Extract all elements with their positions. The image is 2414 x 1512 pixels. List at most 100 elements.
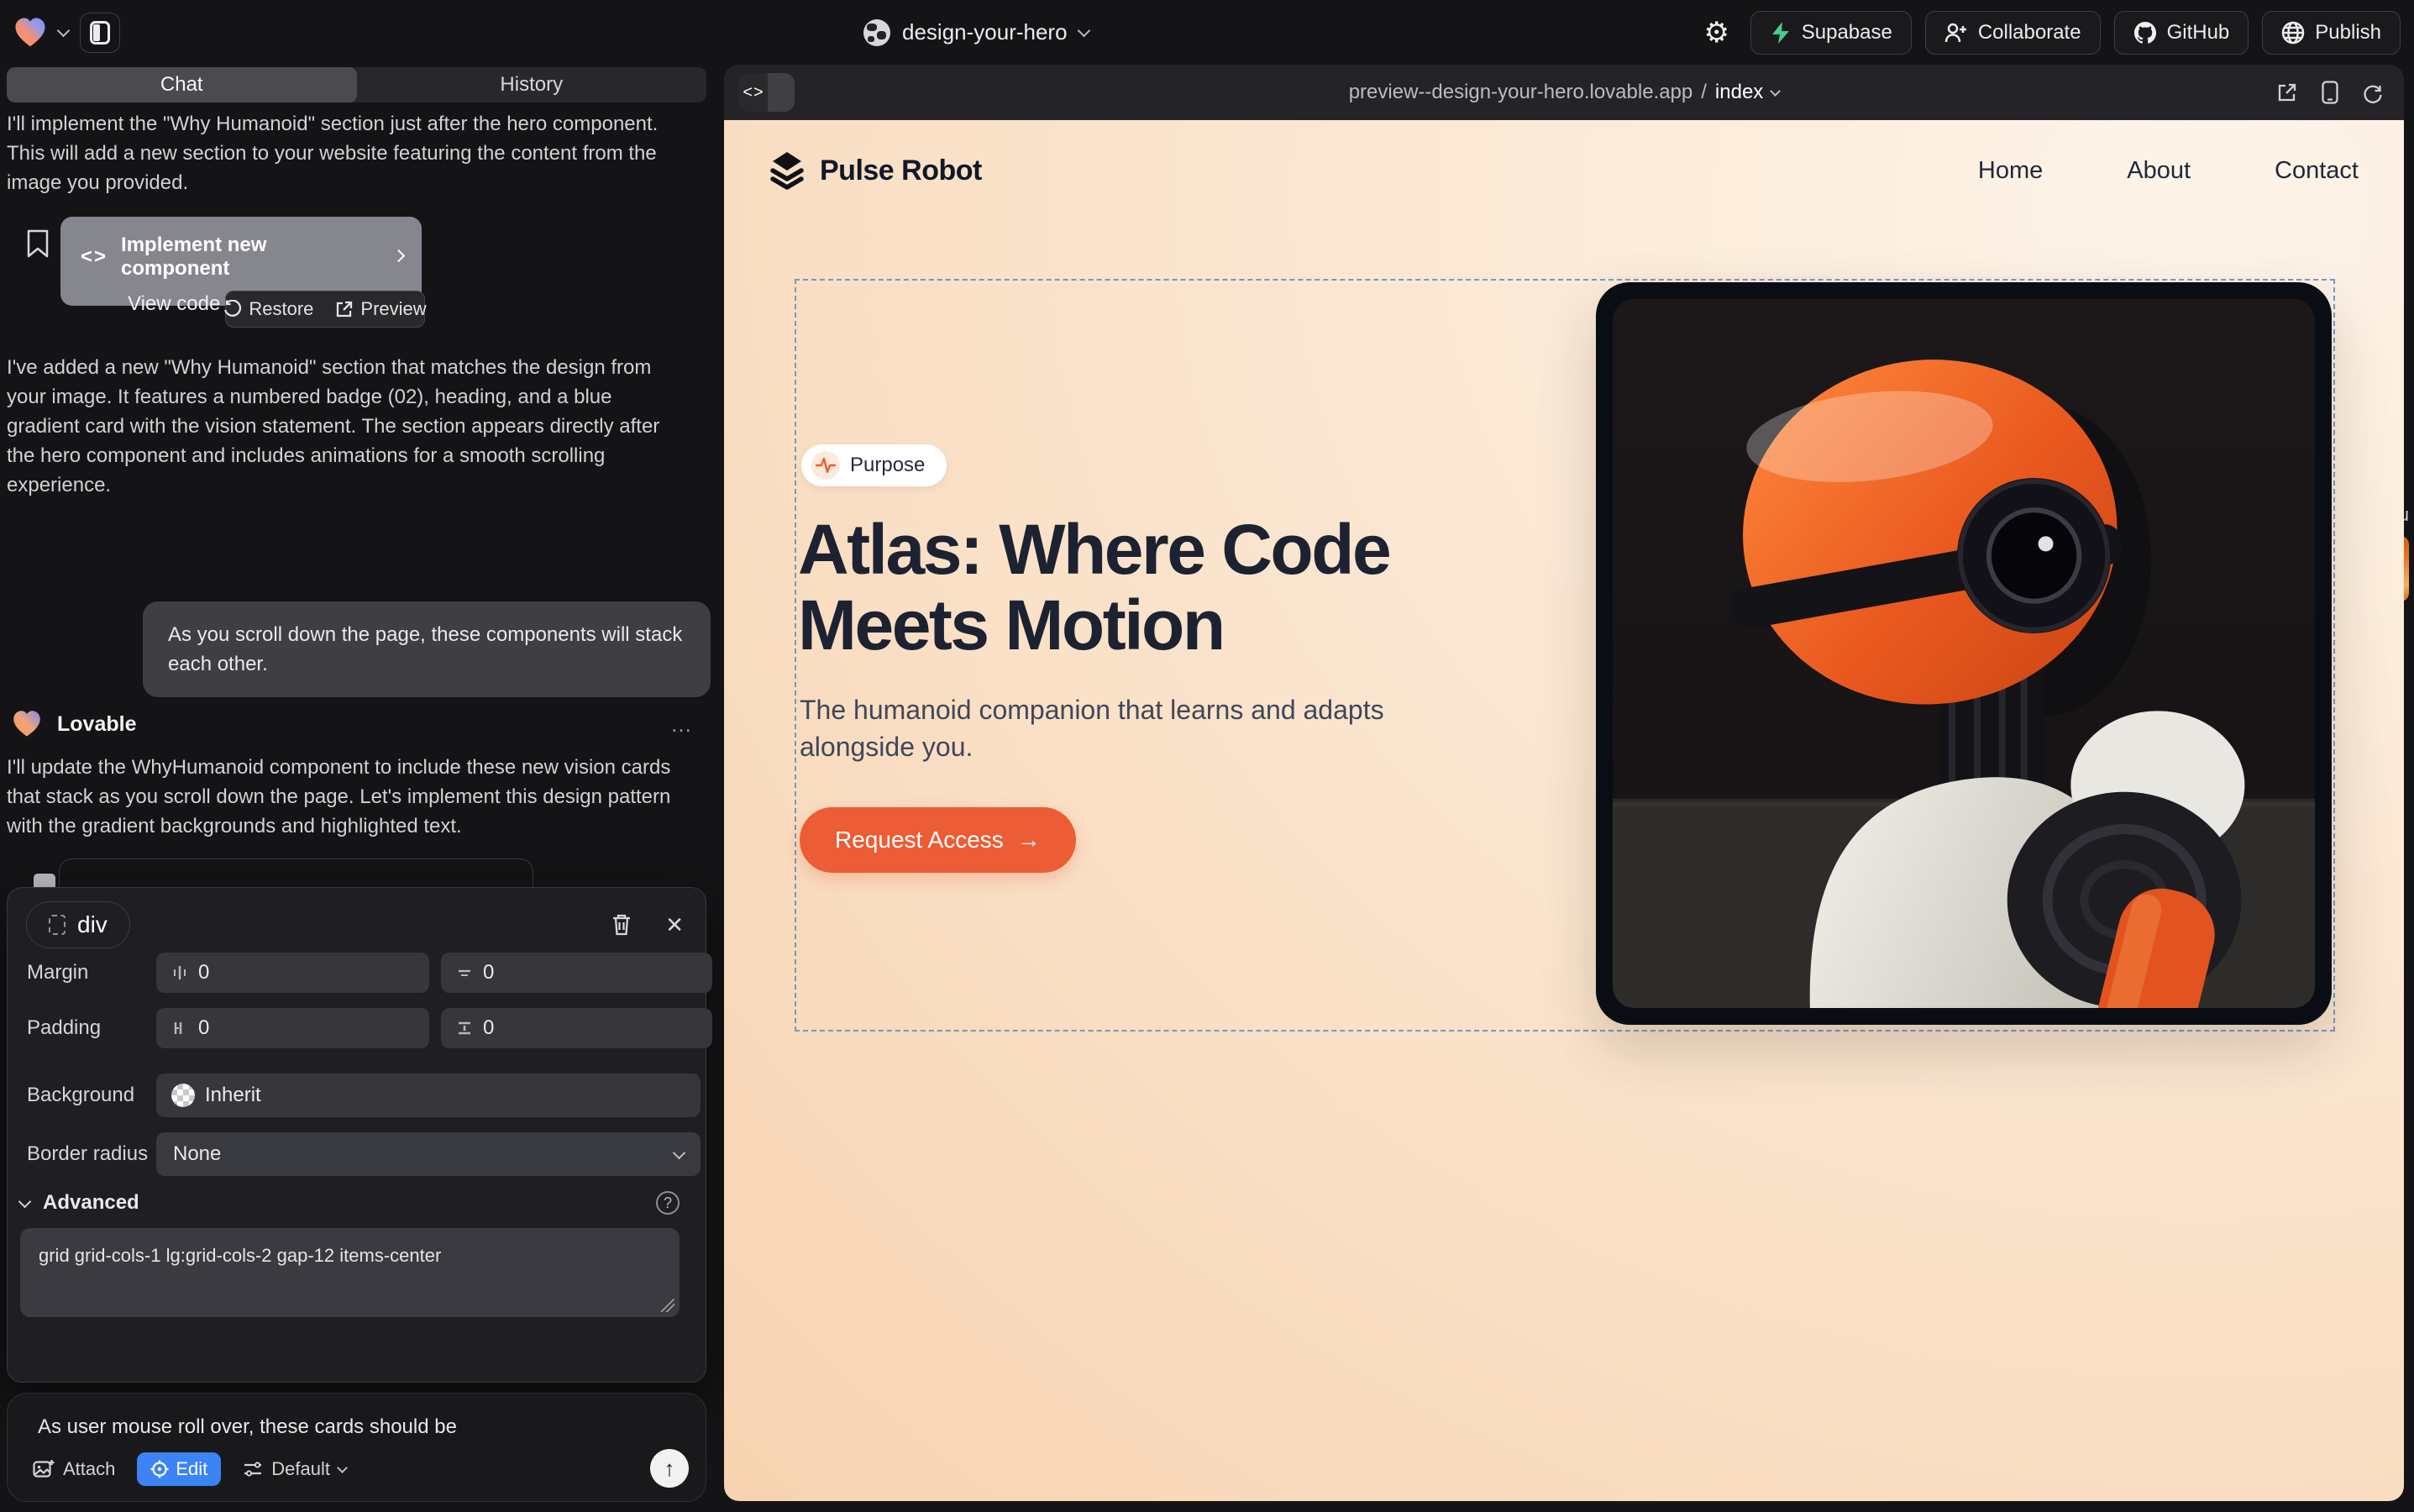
chat-composer: As user mouse roll over, these cards sho… <box>7 1393 706 1502</box>
restore-icon <box>223 300 242 318</box>
purpose-badge[interactable]: Purpose <box>801 444 947 486</box>
assistant-header: Lovable … <box>12 709 694 739</box>
workspace-chevron-down-icon[interactable] <box>57 24 71 38</box>
tab-chat[interactable]: Chat <box>7 67 357 102</box>
publish-globe-icon <box>2281 21 2305 45</box>
model-mode-select[interactable]: Default <box>243 1458 346 1480</box>
assistant-message: I've added a new "Why Humanoid" section … <box>7 353 689 500</box>
padding-x-input[interactable]: 0 <box>156 1008 429 1048</box>
padding-x-icon <box>171 1020 188 1037</box>
close-inspector-button[interactable]: ✕ <box>665 912 684 938</box>
element-tag: div <box>77 911 108 938</box>
selected-element-chip[interactable]: div <box>26 901 130 948</box>
sidebar-toggle-button[interactable] <box>80 13 120 53</box>
delete-element-button[interactable] <box>611 913 632 937</box>
open-in-new-tab-button[interactable] <box>2276 81 2298 103</box>
border-radius-label: Border radius <box>7 1142 156 1166</box>
purpose-badge-label: Purpose <box>850 454 925 477</box>
classes-textarea[interactable]: grid grid-cols-1 lg:grid-cols-2 gap-12 i… <box>20 1228 680 1317</box>
mobile-view-button[interactable] <box>2322 81 2338 104</box>
project-globe-icon <box>863 19 890 46</box>
code-icon: <> <box>81 245 108 269</box>
nav-contact[interactable]: Contact <box>2275 157 2359 185</box>
nav-home[interactable]: Home <box>1978 157 2043 185</box>
attach-button[interactable]: Attach <box>33 1458 115 1480</box>
chevron-down-icon <box>673 1146 686 1159</box>
chevron-right-icon <box>392 249 406 262</box>
edit-mode-button[interactable]: Edit <box>137 1452 221 1486</box>
site-logo[interactable]: Pulse Robot <box>769 150 982 191</box>
background-label: Background <box>7 1084 156 1107</box>
layers-icon <box>769 150 805 191</box>
help-icon[interactable]: ? <box>656 1191 680 1215</box>
project-chevron-down-icon <box>1077 24 1090 38</box>
supabase-button[interactable]: Supabase <box>1750 11 1912 55</box>
settings-button[interactable]: ⚙ <box>1697 13 1737 53</box>
hero-robot-image-card <box>1596 282 2332 1025</box>
send-button[interactable]: ↑ <box>650 1449 689 1488</box>
transparency-swatch-icon <box>171 1084 195 1107</box>
chevron-down-icon <box>1770 86 1781 97</box>
advanced-label: Advanced <box>43 1191 139 1215</box>
target-icon <box>150 1460 169 1478</box>
supabase-bolt-icon <box>1770 21 1792 45</box>
github-button[interactable]: GitHub <box>2114 11 2249 55</box>
assistant-message: I'll implement the "Why Humanoid" sectio… <box>7 109 689 197</box>
preview-url-host: preview--design-your-hero.lovable.app <box>1349 81 1693 104</box>
topbar: design-your-hero ⚙ Supabase Col <box>0 0 2414 65</box>
background-input[interactable]: Inherit <box>156 1074 701 1117</box>
request-access-button[interactable]: Request Access → <box>800 807 1076 873</box>
chat-tabs: Chat History <box>7 67 706 102</box>
lovable-heart-icon <box>12 709 42 739</box>
lovable-app: design-your-hero ⚙ Supabase Col <box>0 0 2414 1512</box>
bookmark-icon[interactable] <box>25 228 50 259</box>
user-message-bubble: As you scroll down the page, these compo… <box>143 601 711 697</box>
robot-image <box>1613 299 2315 1008</box>
site-brand-name: Pulse Robot <box>820 155 982 187</box>
collaborate-person-icon <box>1944 22 1968 44</box>
nav-about[interactable]: About <box>2127 157 2191 185</box>
advanced-section-header[interactable]: Advanced ? <box>20 1191 680 1215</box>
preview-url-separator: / <box>1701 81 1707 104</box>
margin-label: Margin <box>7 961 156 984</box>
padding-y-icon <box>456 1020 473 1037</box>
project-switcher[interactable]: design-your-hero <box>863 0 1089 65</box>
arrow-right-icon: → <box>1017 827 1041 853</box>
tab-history[interactable]: History <box>357 67 707 102</box>
publish-button[interactable]: Publish <box>2262 11 2401 55</box>
border-radius-select[interactable]: None <box>156 1132 701 1176</box>
resize-handle[interactable] <box>661 1299 674 1312</box>
external-link-icon <box>335 300 354 318</box>
lovable-logo-heart-icon[interactable] <box>13 16 47 50</box>
message-options-button[interactable]: … <box>670 711 694 738</box>
dashed-selection-icon <box>49 915 66 935</box>
version-actions: Restore Preview <box>225 291 425 328</box>
arrow-up-icon: ↑ <box>664 1456 675 1482</box>
assistant-name: Lovable <box>57 712 136 737</box>
chat-input[interactable]: As user mouse roll over, these cards sho… <box>38 1415 676 1439</box>
margin-x-icon <box>171 964 188 981</box>
margin-y-input[interactable]: 0 <box>441 953 712 993</box>
panel-icon <box>90 21 110 45</box>
preview-button[interactable]: Preview <box>335 298 426 320</box>
preview-url-bar[interactable]: preview--design-your-hero.lovable.app / … <box>724 65 2404 120</box>
gear-icon: ⚙ <box>1703 16 1729 50</box>
padding-y-input[interactable]: 0 <box>441 1008 712 1048</box>
project-name: design-your-hero <box>902 19 1068 45</box>
assistant-message: I'll update the WhyHumanoid component to… <box>7 753 689 841</box>
github-icon <box>2133 21 2157 45</box>
refresh-button[interactable] <box>2362 81 2384 103</box>
attach-image-icon <box>33 1459 55 1479</box>
preview-panel: <> preview--design-your-hero.lovable.app… <box>724 65 2404 1501</box>
preview-url-page: index <box>1715 81 1763 104</box>
pulse-icon <box>811 451 840 480</box>
chat-panel: Chat History <box>7 67 706 102</box>
restore-button[interactable]: Restore <box>223 298 313 320</box>
tool-card-title: Implement new component <box>121 234 380 281</box>
bookmark-icon-partial <box>34 874 55 887</box>
chevron-down-icon <box>18 1194 32 1208</box>
padding-label: Padding <box>7 1016 156 1040</box>
margin-x-input[interactable]: 0 <box>156 953 429 993</box>
chevron-down-icon <box>337 1462 348 1473</box>
collaborate-button[interactable]: Collaborate <box>1925 11 2101 55</box>
